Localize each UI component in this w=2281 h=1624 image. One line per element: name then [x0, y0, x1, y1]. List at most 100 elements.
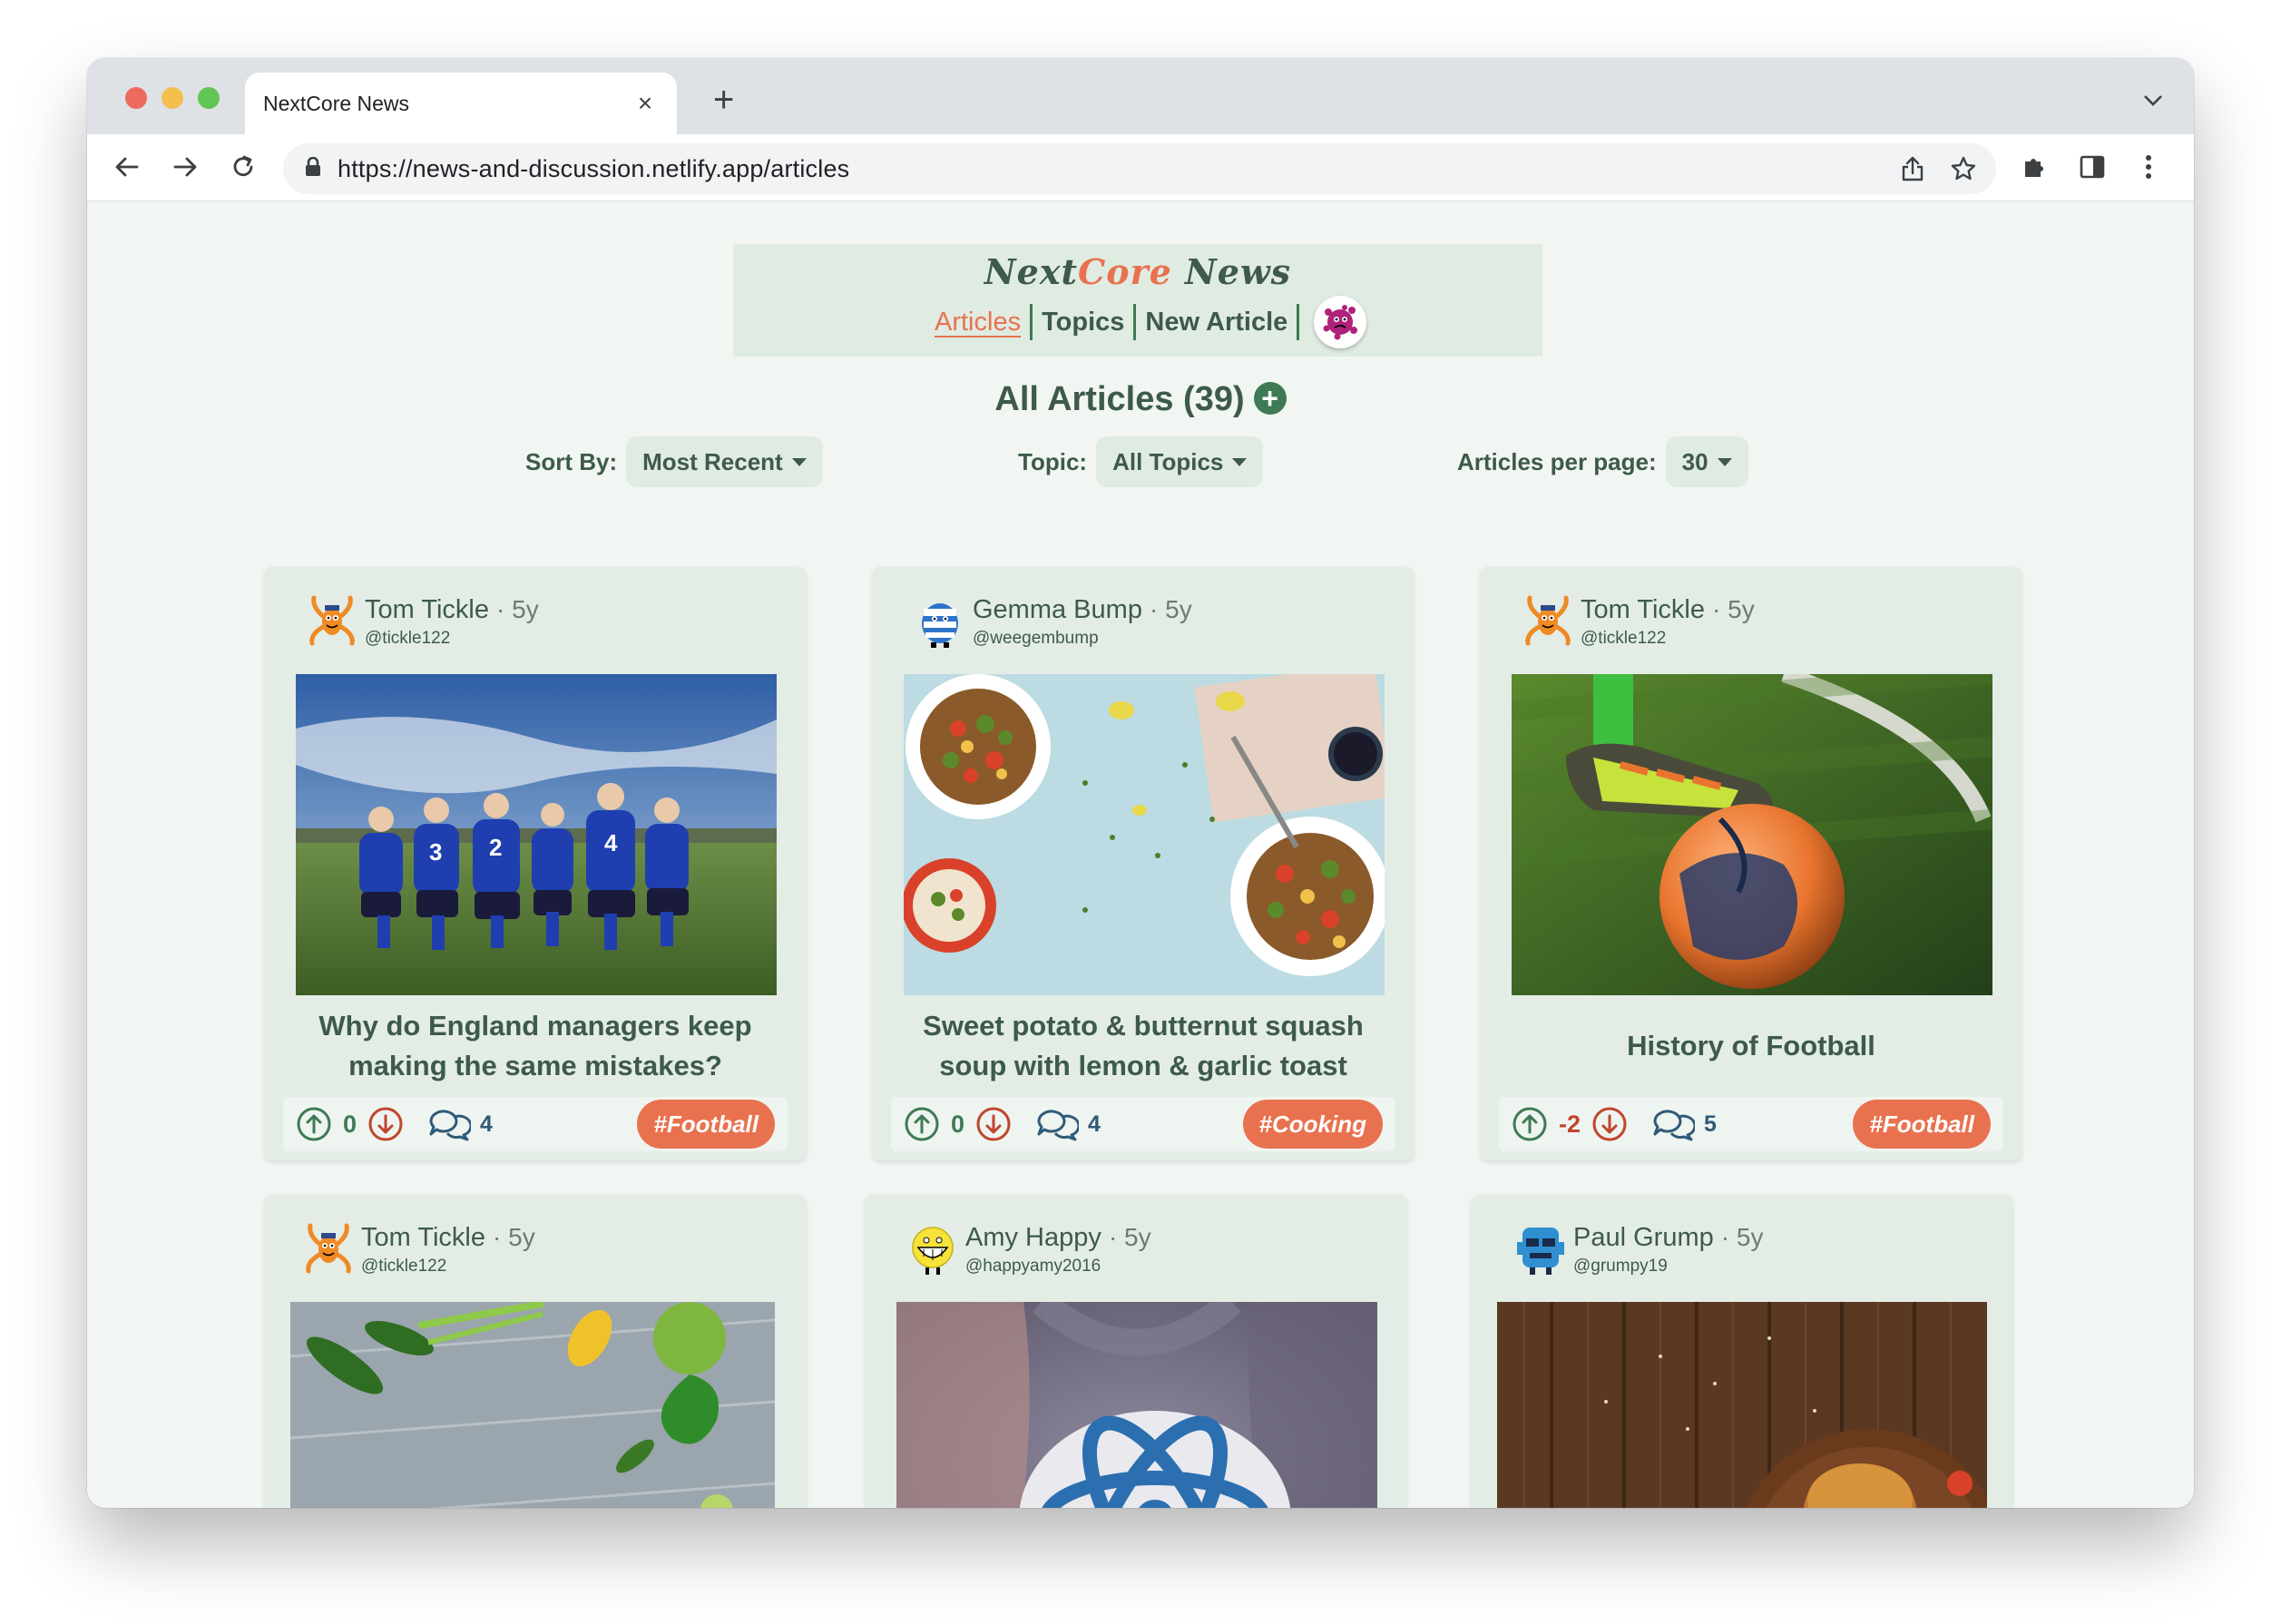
- author-handle: @weegembump: [973, 629, 1099, 648]
- article-card[interactable]: Tom Tickle · 5y @tickle122: [265, 1195, 806, 1508]
- lock-icon: [305, 156, 321, 181]
- topic-control: Topic: All Topics: [1018, 436, 1264, 487]
- author-handle: @grumpy19: [1573, 1257, 1668, 1276]
- bookmark-star-icon[interactable]: [1938, 143, 1989, 194]
- football-team-image[interactable]: 3 2 4: [296, 674, 777, 995]
- forward-icon[interactable]: [165, 147, 205, 187]
- author-name[interactable]: Tom Tickle: [1581, 595, 1705, 624]
- author-handle: @happyamy2016: [965, 1257, 1101, 1276]
- minimize-window-button[interactable]: [162, 87, 183, 109]
- article-age: · 5y: [496, 595, 539, 623]
- downvote-icon[interactable]: [1591, 1106, 1628, 1142]
- page-title: All Articles (39) +: [87, 380, 2194, 419]
- article-card[interactable]: Tom Tickle · 5y @tickle122: [1481, 567, 2022, 1160]
- per-page-label: Articles per page:: [1457, 447, 1657, 475]
- bump-avatar-icon: [922, 603, 958, 648]
- reload-icon[interactable]: [223, 147, 263, 187]
- nav-new-article-link[interactable]: New Article: [1136, 308, 1297, 338]
- site-logo[interactable]: NextCore News: [733, 251, 1542, 292]
- sort-select[interactable]: Most Recent: [626, 436, 823, 487]
- page-content: NextCore News Articles Topics New Articl…: [87, 202, 2194, 1508]
- article-card[interactable]: Paul Grump · 5y @grumpy19: [1472, 1195, 2012, 1508]
- author-name[interactable]: Amy Happy: [965, 1223, 1101, 1252]
- article-age: · 5y: [1108, 1223, 1151, 1251]
- side-panel-icon[interactable]: [2072, 147, 2112, 187]
- nav-topics-link[interactable]: Topics: [1033, 308, 1133, 338]
- topic-label: Topic:: [1018, 447, 1088, 475]
- sort-label: Sort By:: [525, 447, 618, 475]
- salad-bowls-image[interactable]: [904, 674, 1385, 995]
- share-icon[interactable]: [1887, 143, 1938, 194]
- tab-title: NextCore News: [263, 91, 410, 115]
- comments-icon[interactable]: [427, 1106, 472, 1142]
- topic-badge[interactable]: #Football: [1853, 1100, 1991, 1149]
- tab-search-chevron-icon[interactable]: [2143, 85, 2163, 113]
- comment-count: 4: [1088, 1110, 1101, 1137]
- article-age: · 5y: [1720, 1223, 1764, 1251]
- svg-text:2: 2: [489, 834, 502, 861]
- author-name[interactable]: Paul Grump: [1573, 1223, 1714, 1252]
- vote-count: -2: [1559, 1110, 1581, 1138]
- comment-count: 4: [480, 1110, 493, 1137]
- burger-wood-image[interactable]: [1497, 1302, 1987, 1508]
- article-title[interactable]: History of Football: [1499, 1001, 2003, 1091]
- downvote-icon[interactable]: [975, 1106, 1012, 1142]
- vote-count: 0: [343, 1110, 357, 1138]
- extensions-puzzle-icon[interactable]: [2014, 147, 2054, 187]
- author-name[interactable]: Tom Tickle: [365, 595, 489, 624]
- maximize-window-button[interactable]: [198, 87, 220, 109]
- per-page-control: Articles per page: 30: [1457, 436, 1748, 487]
- article-title[interactable]: Sweet potato & butternut squash soup wit…: [891, 1001, 1395, 1091]
- article-title[interactable]: Why do England managers keep making the …: [283, 1001, 788, 1091]
- topic-select[interactable]: All Topics: [1096, 436, 1264, 487]
- card-author: Amy Happy · 5y @happyamy2016: [906, 1222, 1151, 1277]
- browser-menu-icon[interactable]: [2129, 147, 2168, 187]
- new-tab-button[interactable]: +: [713, 82, 734, 118]
- tab-close-icon[interactable]: ×: [631, 90, 659, 117]
- per-page-select[interactable]: 30: [1665, 436, 1748, 487]
- author-name[interactable]: Gemma Bump: [973, 595, 1142, 624]
- football-boot-ball-image[interactable]: [1512, 674, 1992, 995]
- address-bar[interactable]: https://news-and-discussion.netlify.app/…: [283, 143, 1996, 194]
- logo-core: Core: [1078, 251, 1172, 292]
- comments-icon[interactable]: [1651, 1106, 1696, 1142]
- add-article-icon[interactable]: +: [1253, 381, 1287, 415]
- logo-news: News: [1171, 251, 1292, 292]
- upvote-icon[interactable]: [904, 1106, 940, 1142]
- author-handle: @tickle122: [361, 1257, 447, 1276]
- nav-articles-link[interactable]: Articles: [925, 308, 1030, 338]
- article-card[interactable]: Gemma Bump · 5y @weegembump Sweet potato…: [873, 567, 1414, 1160]
- card-author: Gemma Bump · 5y @weegembump: [913, 594, 1192, 649]
- main-nav: Articles Topics New Article: [925, 296, 1367, 348]
- nav-divider: [1297, 304, 1300, 340]
- article-card[interactable]: Amy Happy · 5y @happyamy2016: [866, 1195, 1406, 1508]
- back-icon[interactable]: [107, 147, 147, 187]
- author-name[interactable]: Tom Tickle: [361, 1223, 485, 1252]
- upvote-icon[interactable]: [1512, 1106, 1548, 1142]
- svg-text:3: 3: [429, 838, 442, 866]
- tab-strip: NextCore News × +: [87, 58, 2194, 134]
- topic-badge[interactable]: #Football: [637, 1100, 775, 1149]
- happy-avatar-icon: [912, 1227, 954, 1275]
- upvote-icon[interactable]: [296, 1106, 332, 1142]
- url-text: https://news-and-discussion.netlify.app/…: [338, 154, 850, 182]
- caret-down-icon: [1232, 457, 1248, 466]
- page-title-text: All Articles (39): [994, 380, 1245, 418]
- react-logo-image[interactable]: [896, 1302, 1377, 1508]
- article-footer: 0 4 #Cooking: [891, 1097, 1395, 1151]
- comments-icon[interactable]: [1035, 1106, 1080, 1142]
- tickle-avatar-icon: [1525, 595, 1571, 646]
- topic-value: All Topics: [1112, 447, 1224, 475]
- browser-tab[interactable]: NextCore News ×: [245, 73, 677, 134]
- filter-controls: Sort By: Most Recent Topic: All Topics A…: [87, 436, 2194, 489]
- user-avatar-icon[interactable]: [1314, 296, 1367, 348]
- comment-count: 5: [1704, 1110, 1717, 1137]
- card-author: Tom Tickle · 5y @tickle122: [301, 1222, 535, 1277]
- vegetables-image[interactable]: [290, 1302, 775, 1508]
- topic-badge[interactable]: #Cooking: [1242, 1100, 1383, 1149]
- close-window-button[interactable]: [125, 87, 147, 109]
- card-author: Tom Tickle · 5y @tickle122: [1521, 594, 1755, 649]
- downvote-icon[interactable]: [367, 1106, 404, 1142]
- sort-control: Sort By: Most Recent: [525, 436, 823, 487]
- article-card[interactable]: Tom Tickle · 5y @tickle122: [265, 567, 806, 1160]
